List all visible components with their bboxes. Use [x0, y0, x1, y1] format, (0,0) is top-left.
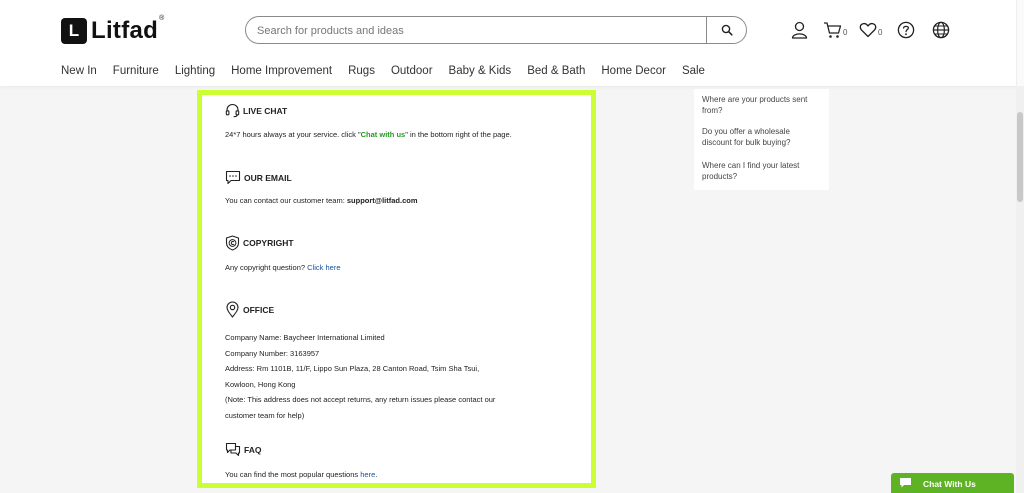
contact-panel: LIVE CHAT 24*7 hours always at your serv…: [197, 90, 596, 488]
site-header: L Litfad ® 0 0: [0, 0, 1024, 86]
language-button[interactable]: [932, 20, 950, 40]
office-company-name: Company Name: Baycheer International Lim…: [225, 333, 385, 342]
nav-item-rugs[interactable]: Rugs: [348, 65, 375, 77]
chat-with-us-link[interactable]: Chat with us: [361, 130, 406, 139]
email-text-label: You can contact our customer team:: [225, 196, 347, 205]
email-heading: OUR EMAIL: [225, 170, 292, 185]
headset-icon: [225, 103, 240, 118]
office-company-number: Company Number: 3163957: [225, 348, 320, 358]
sidebar-faq-item[interactable]: Do you offer a wholesale discount for bu…: [702, 126, 820, 148]
copyright-heading: COPYRIGHT: [225, 235, 294, 251]
live-chat-title: LIVE CHAT: [243, 105, 288, 116]
nav-item-sale[interactable]: Sale: [682, 65, 705, 77]
sidebar-faq-item[interactable]: Where are your products sent from?: [702, 94, 820, 116]
main-nav: New In Furniture Lighting Home Improveme…: [61, 65, 721, 77]
search-icon: [721, 24, 733, 36]
copyright-text: Any copyright question? Click here: [225, 263, 340, 272]
logo-text: Litfad: [91, 17, 159, 44]
help-button[interactable]: [897, 20, 915, 40]
account-button[interactable]: [791, 20, 808, 40]
chat-with-us-label: Chat With Us: [923, 479, 976, 489]
sidebar-faq-list: Where are your products sent from? Do yo…: [694, 89, 829, 190]
nav-item-home-decor[interactable]: Home Decor: [601, 65, 666, 77]
live-chat-text-before: 24*7 hours always at your service. click…: [225, 130, 361, 139]
nav-item-outdoor[interactable]: Outdoor: [391, 65, 433, 77]
nav-item-lighting[interactable]: Lighting: [175, 65, 215, 77]
office-title: OFFICE: [243, 304, 275, 315]
wishlist-count: 0: [878, 28, 883, 37]
faq-text-end: .: [375, 470, 378, 479]
wishlist-button[interactable]: 0: [859, 20, 882, 40]
faq-text: You can find the most popular questions …: [225, 470, 377, 479]
user-icon: [791, 21, 808, 39]
location-pin-icon: [226, 301, 239, 318]
logo-mark: L: [61, 18, 87, 44]
email-title: OUR EMAIL: [244, 172, 292, 183]
logo-registered: ®: [159, 15, 165, 22]
search-bar: [245, 16, 747, 44]
nav-item-new-in[interactable]: New In: [61, 65, 97, 77]
nav-item-furniture[interactable]: Furniture: [113, 65, 159, 77]
chat-with-us-button[interactable]: Chat With Us: [891, 473, 1014, 493]
message-icon: [225, 170, 241, 185]
copyright-shield-icon: [225, 235, 240, 251]
faq-heading: FAQ: [225, 442, 261, 457]
globe-icon: [932, 21, 950, 39]
copyright-click-here-link[interactable]: Click here: [307, 263, 340, 272]
search-button[interactable]: [706, 17, 746, 43]
office-address-line-2: Kowloon, Hong Kong: [225, 379, 296, 389]
copyright-title: COPYRIGHT: [243, 238, 294, 248]
cart-icon: [824, 22, 842, 38]
heart-icon: [859, 22, 877, 38]
live-chat-text: 24*7 hours always at your service. click…: [225, 130, 512, 139]
nav-item-home-improvement[interactable]: Home Improvement: [231, 65, 332, 77]
nav-item-baby-kids[interactable]: Baby & Kids: [449, 65, 512, 77]
office-details: Company Name: Baycheer International Lim…: [225, 330, 495, 423]
faq-title: FAQ: [244, 444, 262, 455]
logo[interactable]: L Litfad ®: [61, 15, 165, 45]
office-note-line-1: (Note: This address does not accept retu…: [225, 395, 496, 404]
copyright-text-label: Any copyright question?: [225, 263, 308, 272]
sidebar-faq-item[interactable]: Where can I find your latest products?: [702, 160, 820, 182]
office-address-line-1: Address: Rm 1101B, 11/F, Lippo Sun Plaza…: [225, 364, 480, 373]
header-scroll-gutter: [1016, 0, 1024, 86]
faq-here-link[interactable]: here: [360, 470, 375, 479]
office-note-line-2: customer team for help): [225, 410, 305, 420]
faq-text-label: You can find the most popular questions: [225, 470, 361, 479]
cart-count: 0: [843, 28, 848, 37]
email-text: You can contact our customer team: suppo…: [225, 196, 418, 205]
live-chat-heading: LIVE CHAT: [225, 103, 287, 118]
scrollbar-thumb[interactable]: [1017, 112, 1023, 202]
cart-button[interactable]: 0: [823, 20, 847, 40]
chat-bubble-icon: [900, 478, 911, 488]
chat-bubbles-icon: [225, 442, 241, 457]
nav-item-bed-bath[interactable]: Bed & Bath: [527, 65, 585, 77]
page-scrollbar[interactable]: [1016, 86, 1024, 493]
office-heading: OFFICE: [225, 301, 274, 318]
help-icon: [897, 21, 915, 39]
live-chat-text-after: " in the bottom right of the page.: [405, 130, 512, 139]
search-input[interactable]: [257, 22, 697, 39]
support-email-link[interactable]: support@litfad.com: [347, 196, 418, 205]
